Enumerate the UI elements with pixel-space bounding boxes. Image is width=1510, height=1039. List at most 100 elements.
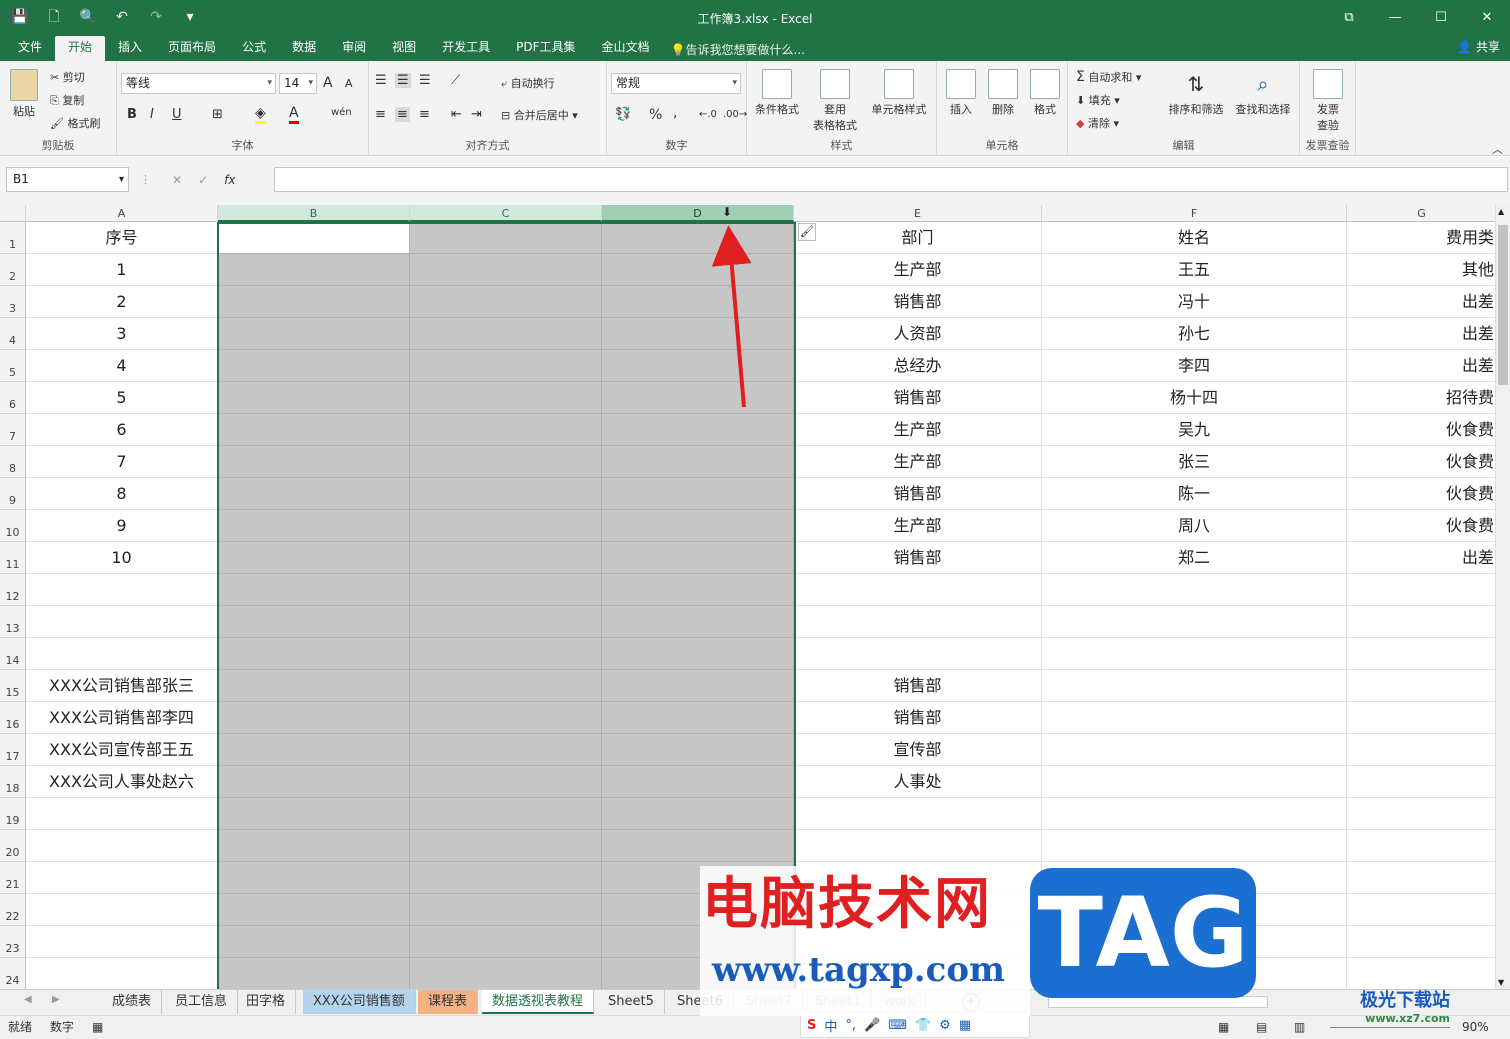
cancel-icon[interactable]: ✕	[172, 173, 182, 187]
conditional-format-button[interactable]: 条件格式	[751, 69, 803, 117]
sheet-tab[interactable]: 成绩表	[102, 990, 163, 1014]
align-center-icon[interactable]: ≡	[395, 107, 410, 122]
tab-review[interactable]: 审阅	[329, 36, 379, 61]
bold-button[interactable]: B	[127, 107, 137, 122]
align-top-icon[interactable]: ☰	[375, 73, 387, 88]
group-label: 数字	[665, 139, 688, 152]
formula-input[interactable]	[274, 167, 1508, 192]
orientation-icon[interactable]: ⟋	[451, 73, 460, 88]
tab-kingsoft-docs[interactable]: 金山文档	[589, 36, 663, 61]
conditional-format-icon	[762, 69, 792, 99]
microphone-icon[interactable]: 🎤	[864, 1018, 880, 1033]
keyboard-icon[interactable]: ⌨	[888, 1018, 907, 1033]
tab-home[interactable]: 开始	[55, 36, 106, 61]
format-painter-button[interactable]: 🖌 格式刷	[50, 115, 100, 131]
decrease-indent-icon[interactable]: ⇤	[451, 107, 462, 122]
normal-view-icon[interactable]: ▦	[1218, 1016, 1229, 1039]
comma-button[interactable]: ,	[673, 105, 677, 121]
grow-font-button[interactable]: A	[323, 75, 333, 91]
sheet-tab[interactable]: Sheet5	[598, 990, 665, 1014]
maximize-button[interactable]: ☐	[1418, 0, 1464, 36]
formula-bar: B1 ⋮ ✕ ✓ fx	[0, 157, 1510, 205]
font-name-combo[interactable]: 等线	[121, 73, 276, 94]
sheet-tab[interactable]: 田字格	[236, 990, 297, 1014]
delete-cells-button[interactable]: 删除	[985, 69, 1021, 117]
underline-button[interactable]: U	[172, 107, 182, 122]
tools-icon[interactable]: ⚙	[939, 1018, 951, 1033]
grid-menu-icon[interactable]: ▦	[959, 1018, 971, 1033]
align-bottom-icon[interactable]: ☰	[419, 73, 431, 88]
align-middle-icon[interactable]: ☰	[395, 73, 411, 88]
sheet-tab[interactable]: XXX公司销售额	[303, 990, 416, 1014]
paste-options-icon[interactable]: 🖌	[798, 223, 816, 241]
border-icon[interactable]: ⊞	[212, 107, 223, 122]
invoice-check-button[interactable]: 发票 查验	[1306, 69, 1350, 133]
scroll-down-icon[interactable]: ▼	[1498, 978, 1504, 987]
ime-language[interactable]: 中	[824, 1016, 837, 1035]
font-color-icon[interactable]: A	[289, 105, 299, 124]
copy-icon: ⎘	[50, 94, 59, 107]
sheet-tab[interactable]: 员工信息	[165, 990, 239, 1014]
tab-pdf-tools[interactable]: PDF工具集	[503, 36, 588, 61]
sort-filter-button[interactable]: ⇅ 排序和筛选	[1166, 69, 1226, 117]
fill-button[interactable]: ⬇ 填充 ▾	[1076, 92, 1120, 108]
sheet-nav-right-icon[interactable]: ▶	[52, 994, 60, 1005]
phonetic-button[interactable]: wén	[331, 107, 352, 118]
ribbon-display-icon[interactable]: ⧉	[1326, 0, 1372, 36]
merge-center-button[interactable]: ⊟ 合并后居中 ▾	[501, 107, 578, 123]
align-right-icon[interactable]: ≡	[419, 107, 430, 122]
share-button[interactable]: 👤 共享	[1457, 38, 1500, 55]
percent-button[interactable]: %	[649, 107, 662, 123]
insert-function-icon[interactable]: fx	[224, 173, 235, 187]
group-cells: 插入 删除 格式 单元格	[937, 61, 1068, 156]
currency-icon[interactable]: 💱	[615, 107, 631, 122]
scroll-up-icon[interactable]: ▲	[1498, 207, 1504, 216]
tell-me-box[interactable]: 💡告诉我您想要做什么...	[671, 39, 805, 61]
tab-developer[interactable]: 开发工具	[429, 36, 503, 61]
increase-indent-icon[interactable]: ⇥	[471, 107, 482, 122]
tab-file[interactable]: 文件	[0, 36, 55, 61]
copy-button[interactable]: ⎘ 复制	[50, 92, 84, 108]
enter-icon[interactable]: ✓	[198, 173, 208, 187]
tab-formulas[interactable]: 公式	[229, 36, 279, 61]
tab-insert[interactable]: 插入	[105, 36, 155, 61]
name-box[interactable]: B1	[6, 167, 129, 192]
sheet-nav-left-icon[interactable]: ◀	[24, 994, 32, 1005]
shrink-font-button[interactable]: A	[345, 77, 353, 90]
punctuation-icon[interactable]: °,	[845, 1018, 856, 1033]
number-format-combo[interactable]: 常规	[611, 73, 741, 94]
vertical-scrollbar[interactable]: ▲ ▼	[1495, 205, 1510, 989]
clear-button[interactable]: ◆ 清除 ▾	[1076, 115, 1119, 131]
fill-color-icon[interactable]: ◈	[255, 105, 266, 124]
sigma-icon: Σ	[1076, 69, 1085, 85]
font-size-combo[interactable]: 14	[279, 73, 317, 94]
insert-cells-button[interactable]: 插入	[943, 69, 979, 117]
collapse-ribbon-icon[interactable]: ︿	[1492, 141, 1503, 157]
italic-button[interactable]: I	[150, 107, 154, 122]
sheet-tab[interactable]: 数据透视表教程	[482, 990, 595, 1014]
format-cells-button[interactable]: 格式	[1027, 69, 1063, 117]
align-left-icon[interactable]: ≡	[375, 107, 386, 122]
decrease-decimal-icon[interactable]: .00→	[723, 109, 747, 120]
format-as-table-button[interactable]: 套用 表格格式	[805, 69, 865, 133]
skin-icon[interactable]: 👕	[915, 1018, 931, 1033]
sheet-tab[interactable]: 课程表	[418, 990, 479, 1014]
minimize-button[interactable]: —	[1372, 0, 1418, 36]
close-button[interactable]: ✕	[1464, 0, 1510, 36]
tab-data[interactable]: 数据	[279, 36, 329, 61]
zoom-slider[interactable]	[1330, 1027, 1450, 1028]
page-break-view-icon[interactable]: ▥	[1294, 1016, 1305, 1039]
macro-record-icon[interactable]: ▦	[92, 1016, 103, 1039]
tab-view[interactable]: 视图	[379, 36, 429, 61]
scroll-thumb[interactable]	[1498, 225, 1508, 385]
paste-button[interactable]: 粘贴	[10, 69, 38, 119]
zoom-level[interactable]: 90%	[1462, 1016, 1489, 1039]
find-select-button[interactable]: ⌕ 查找和选择	[1232, 69, 1294, 117]
tab-page-layout[interactable]: 页面布局	[155, 36, 229, 61]
cut-button[interactable]: ✂ 剪切	[50, 69, 85, 85]
page-layout-view-icon[interactable]: ▤	[1256, 1016, 1267, 1039]
cell-styles-button[interactable]: 单元格样式	[867, 69, 931, 117]
increase-decimal-icon[interactable]: ←.0	[699, 109, 717, 120]
autosum-button[interactable]: Σ 自动求和 ▾	[1076, 69, 1141, 85]
wrap-text-button[interactable]: ⤶ 自动换行	[501, 75, 555, 91]
